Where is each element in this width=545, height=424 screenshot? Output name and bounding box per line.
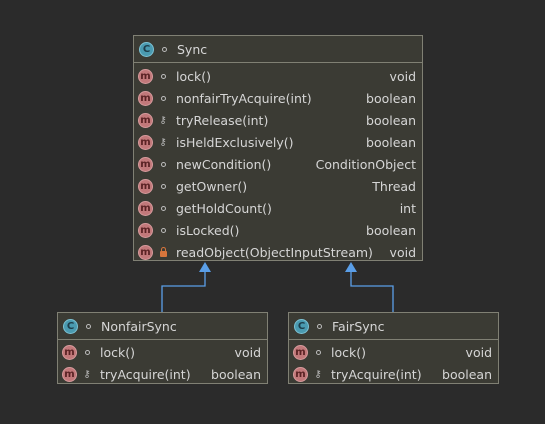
fairsync-extends-sync-arrow: [345, 262, 394, 312]
nonfairsync-extends-sync-arrow: [161, 262, 211, 312]
inheritance-connectors: [161, 262, 394, 312]
